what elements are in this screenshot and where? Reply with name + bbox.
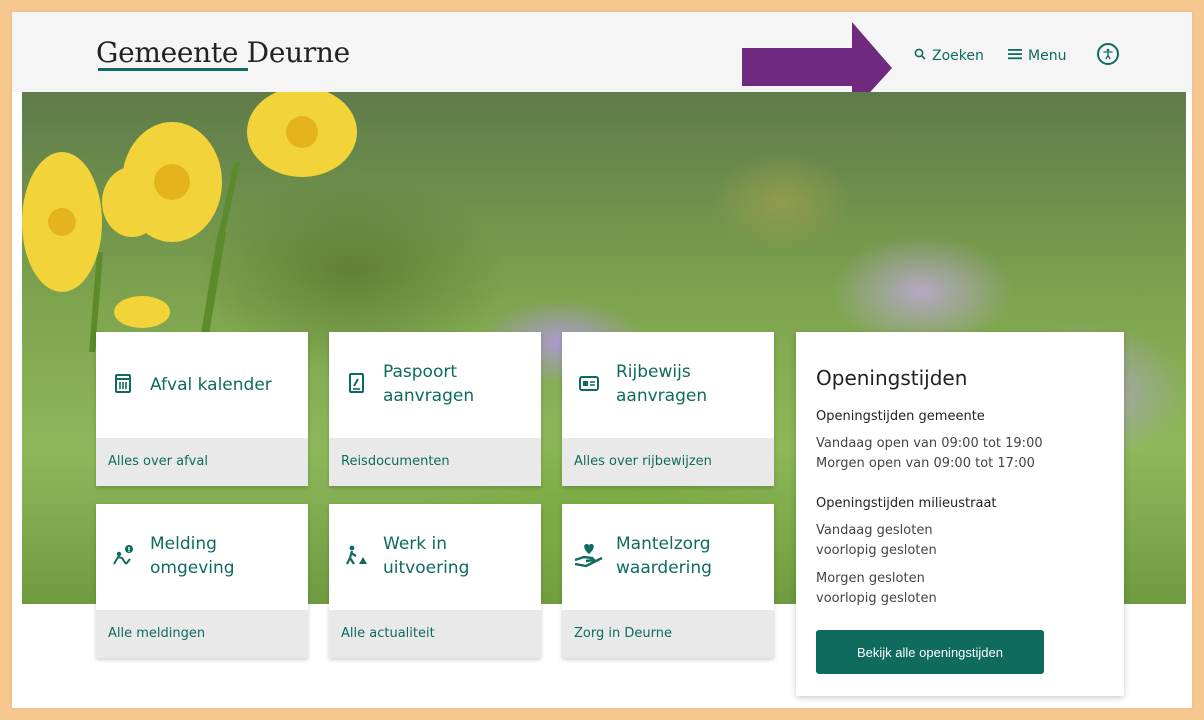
tile-title: Paspoort aanvragen: [383, 360, 474, 408]
search-icon: [914, 48, 926, 64]
page-frame: Gemeente Deurne Zoeken Menu Afval kalend…: [10, 10, 1194, 710]
tile-mantelzorg[interactable]: Mantelzorg waardering Zorg in Deurne: [562, 504, 774, 658]
search-link[interactable]: Zoeken: [914, 46, 984, 66]
recycling-tomorrow: Morgen gesloten: [816, 571, 925, 586]
recycling-tomorrow-note: voorlopig gesloten: [816, 591, 937, 606]
tile-header[interactable]: Rijbewijs aanvragen: [562, 332, 774, 438]
heart-hand-icon: [574, 544, 603, 568]
recycling-hours-heading: Openingstijden milieustraat: [816, 496, 997, 511]
tile-footer-link[interactable]: Alles over rijbewijzen: [562, 438, 774, 486]
tile-title-line1: Afval kalender: [150, 375, 272, 395]
search-label: Zoeken: [932, 48, 984, 64]
hamburger-icon: [1008, 48, 1022, 64]
view-all-hours-button[interactable]: Bekijk alle openingstijden: [816, 630, 1044, 674]
recycling-today-note: voorlopig gesloten: [816, 543, 937, 558]
tile-werk-in-uitvoering[interactable]: Werk in uitvoering Alle actualiteit: [329, 504, 541, 658]
tile-title: Melding omgeving: [150, 532, 235, 580]
menu-label: Menu: [1028, 48, 1067, 64]
menu-button[interactable]: Menu: [1008, 46, 1066, 66]
tile-footer-link[interactable]: Alles over afval: [96, 438, 308, 486]
municipality-hours-heading: Openingstijden gemeente: [816, 409, 985, 424]
tile-header[interactable]: Mantelzorg waardering: [562, 504, 774, 610]
passport-icon: [349, 373, 364, 393]
roadwork-icon: [346, 545, 367, 565]
tile-title-line1: Mantelzorg: [616, 534, 711, 554]
tile-title: Mantelzorg waardering: [616, 532, 712, 580]
tile-footer-link[interactable]: Alle actualiteit: [329, 610, 541, 658]
site-header: Gemeente Deurne Zoeken Menu: [12, 12, 1192, 112]
tile-title-line2: aanvragen: [383, 386, 475, 406]
trash-calendar-icon: [115, 374, 131, 393]
tile-title-line1: Rijbewijs: [616, 362, 691, 382]
logo-underline: [98, 68, 248, 71]
municipality-today: Vandaag open van 09:00 tot 19:00: [816, 436, 1043, 451]
tile-title-line2: omgeving: [150, 558, 235, 578]
tile-paspoort[interactable]: Paspoort aanvragen Reisdocumenten: [329, 332, 541, 486]
municipality-tomorrow: Morgen open van 09:00 tot 17:00: [816, 456, 1035, 471]
tile-title: Afval kalender: [150, 373, 272, 397]
accessibility-button[interactable]: [1097, 43, 1119, 65]
tile-title-line2: aanvragen: [616, 386, 708, 406]
recycling-today: Vandaag gesloten: [816, 523, 933, 538]
id-card-icon: [579, 376, 599, 391]
tile-footer-link[interactable]: Reisdocumenten: [329, 438, 541, 486]
tile-melding-omgeving[interactable]: Melding omgeving Alle meldingen: [96, 504, 308, 658]
tile-header[interactable]: Paspoort aanvragen: [329, 332, 541, 438]
tile-header[interactable]: Werk in uitvoering: [329, 504, 541, 610]
tile-title: Rijbewijs aanvragen: [616, 360, 707, 408]
tile-header[interactable]: Afval kalender: [96, 332, 308, 438]
tile-title-line2: waardering: [616, 558, 712, 578]
report-icon: [113, 545, 133, 565]
accessibility-icon: [1097, 43, 1119, 65]
tile-footer-link[interactable]: Alle meldingen: [96, 610, 308, 658]
opening-hours-title: Openingstijden: [816, 366, 968, 390]
daffodil-flowers-image: [22, 92, 357, 352]
tile-title-line1: Paspoort: [383, 362, 458, 382]
tile-title: Werk in uitvoering: [383, 532, 469, 580]
tile-rijbewijs[interactable]: Rijbewijs aanvragen Alles over rijbewijz…: [562, 332, 774, 486]
tile-footer-link[interactable]: Zorg in Deurne: [562, 610, 774, 658]
tile-header[interactable]: Melding omgeving: [96, 504, 308, 610]
tile-title-line1: Melding: [150, 534, 217, 554]
tile-title-line2: uitvoering: [383, 558, 470, 578]
site-logo[interactable]: Gemeente Deurne: [96, 36, 350, 69]
tile-title-line1: Werk in: [383, 534, 448, 554]
tile-afval-kalender[interactable]: Afval kalender Alles over afval: [96, 332, 308, 486]
opening-hours-card: Openingstijden Openingstijden gemeente V…: [796, 332, 1124, 696]
